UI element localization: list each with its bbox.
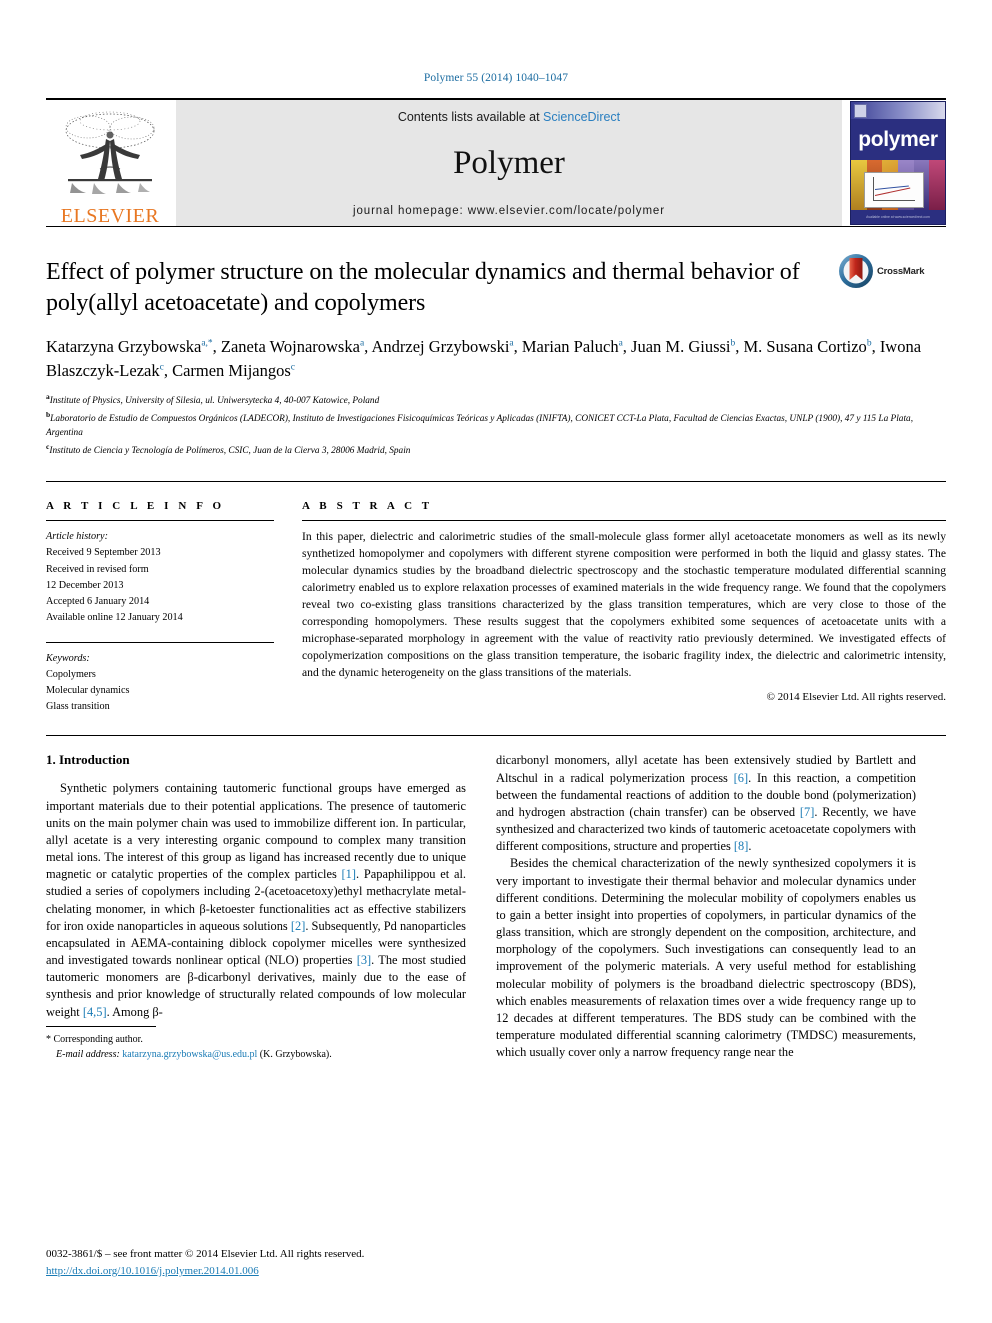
author-affiliation-mark: b [730,338,736,349]
author-name: Juan M. Giussib [631,337,736,357]
email-line: E-mail address: katarzyna.grzybowska@us.… [46,1047,466,1062]
affiliation-item: aInstitute of Physics, University of Sil… [46,392,380,407]
section-number: 1. [46,752,56,768]
info-abstract-row: A R T I C L E I N F O Article history: R… [46,481,946,715]
keyword-item: Molecular dynamics [46,685,130,697]
citation-link[interactable]: [3] [357,953,371,967]
article-first-page: Polymer 55 (2014) 1040–1047 ELSEVIER Con… [0,0,992,1323]
corresponding-marker: * [46,1033,51,1045]
corresponding-author-footnote: * Corresponding author. E-mail address: … [46,1025,466,1062]
article-history-item: Received in revised form [46,563,149,575]
author-name: Zaneta Wojnarowskaa [220,337,365,357]
article-history-item: Available online 12 January 2014 [46,611,183,623]
contents-available-line: Contents lists available at ScienceDirec… [398,110,620,124]
abstract-heading: A B S T R A C T [302,500,433,513]
author-list: Katarzyna Grzybowskaa,*, Zaneta Wojnarow… [46,337,922,380]
keywords-label: Keywords: [46,652,90,664]
elsevier-wordmark: ELSEVIER [60,205,160,227]
elsevier-tree-icon [65,111,155,194]
email-label: E-mail address: [56,1048,120,1060]
cover-wordmark: polymer [858,128,938,151]
author-affiliation-mark: c [159,362,164,373]
affiliation-list: aInstitute of Physics, University of Sil… [46,391,946,459]
intro-paragraph-left: Synthetic polymers containing tautomeric… [46,781,467,1019]
abstract-rule [302,520,946,522]
journal-homepage[interactable]: journal homepage: www.elsevier.com/locat… [353,205,665,217]
citation-link[interactable]: [2] [291,919,305,933]
author-affiliation-mark: a [509,338,514,349]
article-history-item: Received 9 September 2013 [46,547,161,559]
author-name: Marian Palucha [521,337,623,357]
author-affiliation-mark: b [866,338,872,349]
citation-link[interactable]: [8] [734,839,748,853]
citation-link[interactable]: [6] [734,771,748,785]
corresponding-author-line: * Corresponding author. [46,1032,466,1047]
keywords-rule [46,641,274,643]
journal-cover-thumbnail[interactable]: polymer Available online at www.scienced… [850,101,946,225]
crossmark-icon [839,254,873,288]
article-history-items: Received 9 September 2013 Received in rev… [46,545,274,626]
article-history-label: Article history: [46,531,108,543]
page-title: Effect of polymer structure on the molec… [46,259,800,316]
article-history-item: Accepted 6 January 2014 [46,595,150,607]
keywords-items: Copolymers Molecular dynamics Glass transi… [46,667,274,715]
body-column-left: 1. Introduction Synthetic polymers conta… [46,752,466,1061]
article-history-item: 12 December 2013 [46,579,124,591]
keyword-item: Copolymers [46,669,96,681]
article-info-rule [46,520,274,522]
article-info-column: A R T I C L E I N F O Article history: R… [46,500,274,715]
journal-masthead: ELSEVIER Contents lists available at Sci… [46,98,946,226]
citation-link[interactable]: [1] [342,867,356,881]
journal-banner: Contents lists available at ScienceDirec… [176,100,842,226]
affiliation-item: cInstituto de Ciencia y Tecnología de Po… [46,442,411,457]
citation-link[interactable]: [4,5] [83,1005,107,1019]
intro-paragraph-right-1: dicarbonyl monomers, allyl acetate has b… [496,753,916,854]
author-affiliation-mark: a [618,338,623,349]
cover-inset-chart [864,172,924,208]
author-name: Carmen Mijangosc [172,360,295,380]
author-affiliation-mark: a,* [201,338,213,349]
author-affiliation-mark: a [359,338,365,349]
citation-link[interactable]: [7] [800,805,814,819]
running-head: Polymer 55 (2014) 1040–1047 [423,72,569,84]
crossmark-label: CrossMark [877,265,925,277]
body-column-right: dicarbonyl monomers, allyl acetate has b… [496,752,916,1061]
section-heading-introduction: 1. Introduction [46,752,466,768]
abstract-copyright: © 2014 Elsevier Ltd. All rights reserved… [766,690,946,703]
author-name: Andrzej Grzybowskia [371,337,514,357]
title-block: Effect of polymer structure on the molec… [46,226,946,459]
affiliation-item: bLaboratorio de Estudio de Compuestos Or… [46,410,914,439]
doi-link[interactable]: http://dx.doi.org/10.1016/j.polymer.2014… [46,1265,259,1277]
author-name: Katarzyna Grzybowskaa,* [46,337,213,357]
author-affiliation-mark: c [290,362,295,373]
abstract-column: A B S T R A C T In this paper, dielectri… [302,500,946,715]
journal-title: Polymer [453,145,565,181]
page-footer: 0032-3861/$ – see front matter © 2014 El… [46,1246,466,1279]
intro-paragraph-right-2: Besides the chemical characterization of… [496,856,916,1060]
issn-copyright-line: 0032-3861/$ – see front matter © 2014 El… [46,1248,365,1261]
cover-footer-text: Available online at www.sciencedirect.co… [866,214,930,219]
email-suffix: (K. Grzybowska). [259,1048,332,1060]
email-link[interactable]: katarzyna.grzybowska@us.edu.pl [122,1049,257,1060]
elsevier-logo: ELSEVIER [46,100,174,226]
crossmark-badge[interactable]: CrossMark [838,253,946,289]
keywords-block: Keywords: Copolymers Molecular dynamics Gl… [46,651,274,715]
author-name: M. Susana Cortizob [743,337,872,357]
abstract-text: In this paper, dielectric and calorimetr… [302,530,946,679]
article-info-heading: A R T I C L E I N F O [46,500,225,513]
corresponding-label: Corresponding author. [53,1033,143,1045]
body-columns: 1. Introduction Synthetic polymers conta… [46,735,946,1061]
contents-prefix: Contents lists available at [397,110,544,124]
keyword-item: Glass transition [46,701,110,713]
article-history-block: Article history: Received 9 September 20… [46,529,274,626]
section-title: Introduction [59,752,130,768]
sciencedirect-link[interactable]: ScienceDirect [543,110,620,124]
cover-badge-icon [854,104,867,118]
